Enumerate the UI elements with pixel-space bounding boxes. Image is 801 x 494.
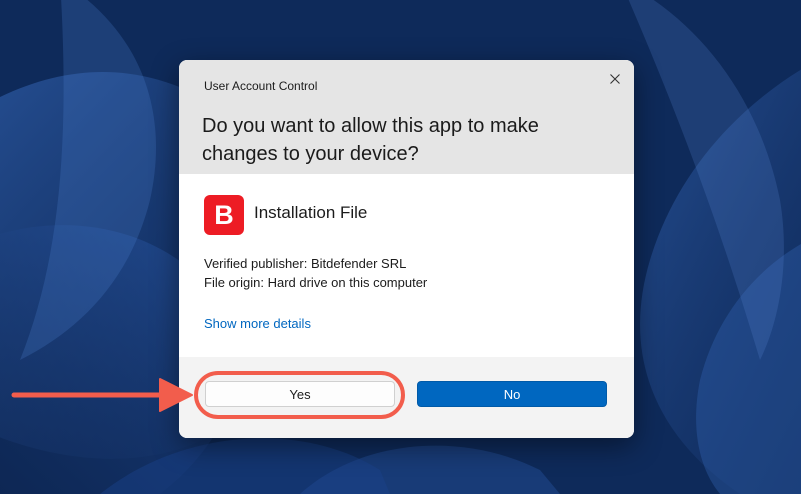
dialog-question: Do you want to allow this app to make ch… [202,115,539,165]
app-icon-letter: B [214,199,234,230]
file-origin: File origin: Hard drive on this computer [204,275,428,290]
no-button[interactable]: No [417,381,607,407]
dialog-title: User Account Control [204,79,318,93]
yes-button[interactable]: Yes [205,381,395,407]
dialog-header: User Account Control Do you want to allo… [179,60,634,174]
show-more-details-link[interactable]: Show more details [204,316,311,331]
desktop-background: User Account Control Do you want to allo… [0,0,801,494]
close-button[interactable] [603,68,627,90]
verified-publisher: Verified publisher: Bitdefender SRL [204,256,407,271]
bitdefender-app-icon: B [204,195,244,235]
app-name: Installation File [254,203,368,222]
close-icon [610,74,620,84]
dialog-footer: Yes No [179,357,634,438]
uac-dialog: User Account Control Do you want to allo… [179,60,634,438]
